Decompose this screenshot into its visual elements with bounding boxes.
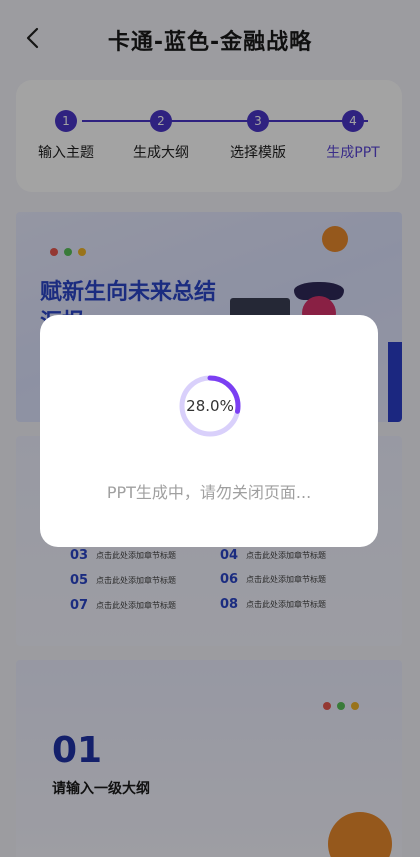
progress-percent: 28.0% (186, 397, 234, 415)
progress-message: PPT生成中，请勿关闭页面... (106, 483, 312, 502)
generating-dialog: 28.0% PPT生成中，请勿关闭页面... (40, 315, 378, 547)
progress-ring: 28.0% (178, 374, 242, 438)
